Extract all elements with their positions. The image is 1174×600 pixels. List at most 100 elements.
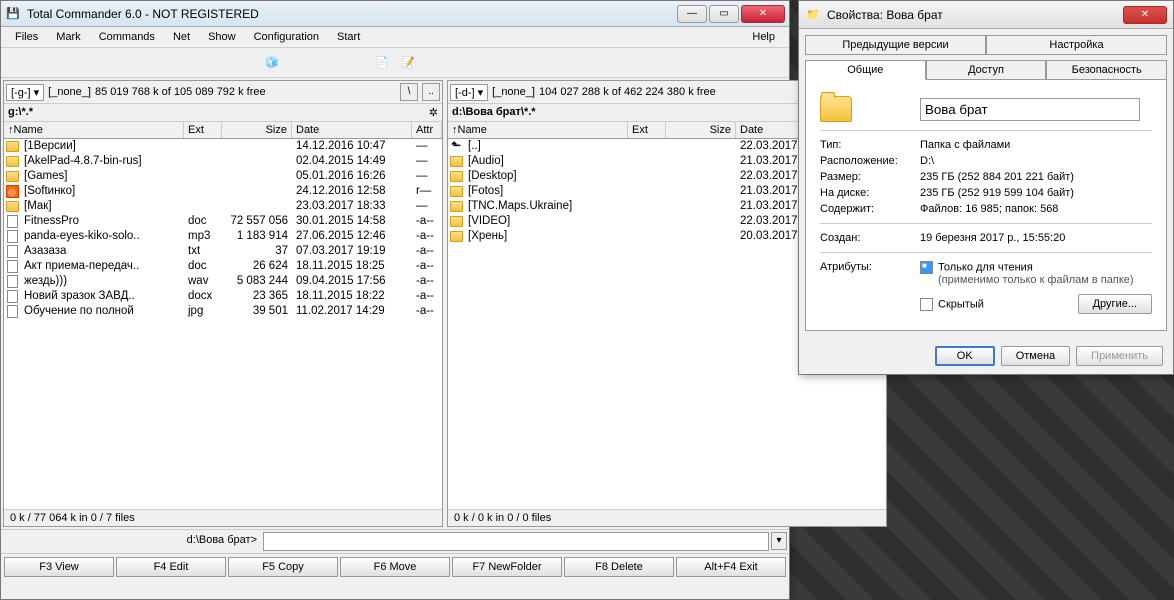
folder-name-input[interactable]: [920, 98, 1140, 121]
file-date: 27.06.2015 12:46: [292, 229, 412, 244]
menu-mark[interactable]: Mark: [48, 29, 88, 45]
tc-titlebar[interactable]: 💾 Total Commander 6.0 - NOT REGISTERED —…: [1, 1, 789, 27]
toolbar-icon-2[interactable]: 📄: [371, 52, 393, 74]
menu-net[interactable]: Net: [165, 29, 198, 45]
file-size: [666, 154, 736, 169]
other-attributes-button[interactable]: Другие...: [1078, 294, 1152, 314]
tab-customize[interactable]: Настройка: [986, 35, 1167, 55]
f7-newfolder-button[interactable]: F7 NewFolder: [452, 557, 562, 577]
altf4-exit-button[interactable]: Alt+F4 Exit: [676, 557, 786, 577]
file-ext: mp3: [184, 229, 222, 244]
file-row[interactable]: Обучение по полнойjpg39 50111.02.2017 14…: [4, 304, 442, 319]
col-size[interactable]: Size: [666, 122, 736, 138]
file-type-icon: [448, 199, 464, 214]
props-close-button[interactable]: ✕: [1123, 6, 1167, 24]
left-root-button[interactable]: \: [400, 83, 418, 101]
file-size: [666, 184, 736, 199]
col-ext[interactable]: Ext: [184, 122, 222, 138]
left-fav-icon[interactable]: ✲: [429, 106, 438, 119]
file-name: [AkelPad-4.8.7-bin-rus]: [20, 154, 184, 169]
file-name: [Desktop]: [464, 169, 628, 184]
file-row[interactable]: FitnessProdoc72 557 05630.01.2015 14:58-…: [4, 214, 442, 229]
hidden-checkbox[interactable]: [920, 298, 933, 311]
file-row[interactable]: [1Версии]14.12.2016 10:47—: [4, 139, 442, 154]
total-commander-window: 💾 Total Commander 6.0 - NOT REGISTERED —…: [0, 0, 790, 600]
file-attr: -a--: [412, 289, 442, 304]
created-label: Создан:: [820, 232, 920, 244]
file-row[interactable]: ◎[Softинко]24.12.2016 12:58r—: [4, 184, 442, 199]
contains-label: Содержит:: [820, 203, 920, 215]
file-size: [666, 229, 736, 244]
file-row[interactable]: Акт приема-передач..doc26 62418.11.2015 …: [4, 259, 442, 274]
menu-show[interactable]: Show: [200, 29, 244, 45]
file-type-icon: [4, 199, 20, 214]
props-titlebar[interactable]: 📁 Свойства: Вова брат ✕: [799, 1, 1173, 29]
file-row[interactable]: жездь)))wav5 083 24409.04.2015 17:56-a--: [4, 274, 442, 289]
f3-view-button[interactable]: F3 View: [4, 557, 114, 577]
file-type-icon: [448, 154, 464, 169]
file-size: 39 501: [222, 304, 292, 319]
cancel-button[interactable]: Отмена: [1001, 346, 1070, 366]
menu-start[interactable]: Start: [329, 29, 368, 45]
file-attr: -a--: [412, 304, 442, 319]
file-type-icon: [4, 139, 20, 154]
menu-commands[interactable]: Commands: [91, 29, 163, 45]
minimize-button[interactable]: —: [677, 5, 707, 23]
file-row[interactable]: Новий зразок ЗАВД..docx23 36518.11.2015 …: [4, 289, 442, 304]
file-row[interactable]: panda-eyes-kiko-solo..mp31 183 91427.06.…: [4, 229, 442, 244]
ok-button[interactable]: OK: [935, 346, 995, 366]
apply-button[interactable]: Применить: [1076, 346, 1163, 366]
menu-configuration[interactable]: Configuration: [246, 29, 327, 45]
col-ext[interactable]: Ext: [628, 122, 666, 138]
left-free-space: 85 019 768 k of 105 089 792 k free: [95, 86, 266, 98]
menu-files[interactable]: Files: [7, 29, 46, 45]
file-ext: [628, 214, 666, 229]
size-label: Размер:: [820, 171, 920, 183]
left-up-button[interactable]: ..: [422, 83, 440, 101]
col-date[interactable]: Date: [292, 122, 412, 138]
right-drive-select[interactable]: [-d-] ▾: [450, 84, 488, 101]
tab-security[interactable]: Безопасность: [1046, 60, 1167, 80]
f5-copy-button[interactable]: F5 Copy: [228, 557, 338, 577]
file-type-icon: [4, 169, 20, 184]
file-date: 09.04.2015 17:56: [292, 274, 412, 289]
f4-edit-button[interactable]: F4 Edit: [116, 557, 226, 577]
right-free-space: 104 027 288 k of 462 224 380 k free: [539, 86, 716, 98]
col-name[interactable]: ↑Name: [4, 122, 184, 138]
file-ext: [628, 229, 666, 244]
file-row[interactable]: Азазазаtxt3707.03.2017 19:19-a--: [4, 244, 442, 259]
cmd-dropdown[interactable]: ▾: [771, 532, 787, 550]
left-file-list[interactable]: [1Версии]14.12.2016 10:47—[AkelPad-4.8.7…: [4, 139, 442, 509]
file-ext: [628, 154, 666, 169]
file-type-icon: [448, 214, 464, 229]
f8-delete-button[interactable]: F8 Delete: [564, 557, 674, 577]
file-row[interactable]: [Games]05.01.2016 16:26—: [4, 169, 442, 184]
left-drive-label: [_none_]: [48, 86, 91, 98]
left-drive-select[interactable]: [-g-] ▾: [6, 84, 44, 101]
file-size: [666, 199, 736, 214]
hidden-checkbox-row[interactable]: Скрытый: [920, 298, 1078, 311]
file-size: [666, 214, 736, 229]
col-size[interactable]: Size: [222, 122, 292, 138]
file-row[interactable]: [AkelPad-4.8.7-bin-rus]02.04.2015 14:49—: [4, 154, 442, 169]
file-ext: [628, 169, 666, 184]
col-attr[interactable]: Attr: [412, 122, 442, 138]
menu-help[interactable]: Help: [744, 29, 783, 45]
file-date: 18.11.2015 18:22: [292, 289, 412, 304]
tab-general[interactable]: Общие: [805, 60, 926, 80]
readonly-checkbox-row[interactable]: Только для чтения: [920, 261, 1152, 274]
left-path[interactable]: g:\*.*✲: [4, 104, 442, 122]
tab-previous-versions[interactable]: Предыдущие версии: [805, 35, 986, 55]
f6-move-button[interactable]: F6 Move: [340, 557, 450, 577]
toolbar-icon-1[interactable]: 🧊: [261, 52, 283, 74]
readonly-checkbox[interactable]: [920, 261, 933, 274]
file-ext: [628, 199, 666, 214]
file-row[interactable]: [Мак]23.03.2017 18:33—: [4, 199, 442, 214]
toolbar-icon-3[interactable]: 📝: [397, 52, 419, 74]
col-name[interactable]: ↑Name: [448, 122, 628, 138]
tab-sharing[interactable]: Доступ: [926, 60, 1047, 80]
maximize-button[interactable]: ▭: [709, 5, 739, 23]
close-button[interactable]: ✕: [741, 5, 785, 23]
cmd-input[interactable]: [263, 532, 769, 551]
left-columns: ↑Name Ext Size Date Attr: [4, 122, 442, 139]
